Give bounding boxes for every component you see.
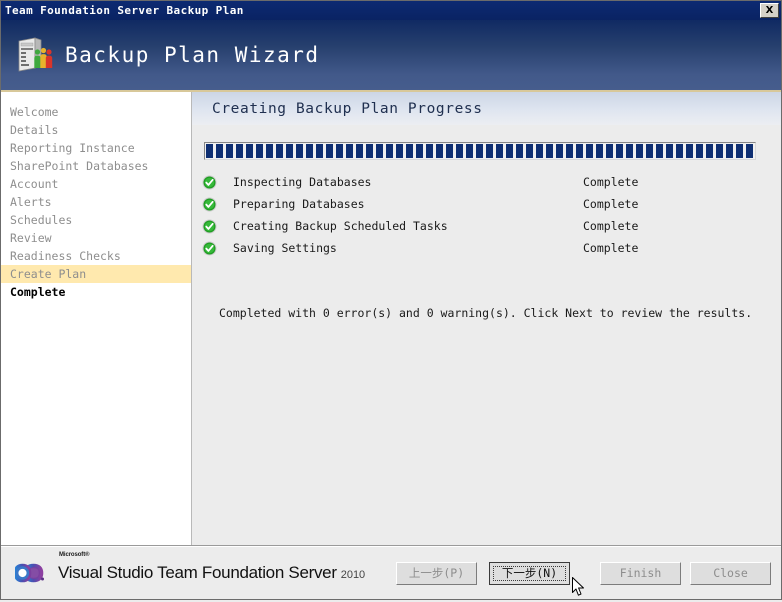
green-check-icon	[202, 241, 217, 256]
server-people-icon	[15, 37, 53, 73]
wizard-body: Welcome Details Reporting Instance Share…	[1, 92, 781, 546]
task-row: Saving Settings Complete	[192, 237, 781, 259]
next-button-label: 下一步(N)	[493, 565, 566, 581]
task-status: Complete	[583, 241, 639, 255]
task-row: Creating Backup Scheduled Tasks Complete	[192, 215, 781, 237]
wizard-button-bar: 上一步(P) 下一步(N) Finish Close	[387, 561, 771, 585]
progress-bar-fill	[206, 144, 754, 158]
task-status: Complete	[583, 219, 639, 233]
window-title: Team Foundation Server Backup Plan	[5, 4, 244, 17]
content-header: Creating Backup Plan Progress	[192, 92, 781, 125]
task-row: Inspecting Databases Complete	[192, 171, 781, 193]
task-label: Creating Backup Scheduled Tasks	[233, 219, 448, 233]
wizard-step-sidebar: Welcome Details Reporting Instance Share…	[1, 92, 192, 545]
next-button[interactable]: 下一步(N)	[489, 561, 570, 585]
task-list: Inspecting Databases Complete Preparing …	[192, 171, 781, 259]
product-branding: Microsoft® Visual Studio Team Foundation…	[13, 552, 387, 584]
task-label: Preparing Databases	[233, 197, 365, 211]
visual-studio-infinity-logo	[13, 562, 55, 584]
sidebar-item-schedules[interactable]: Schedules	[1, 211, 191, 229]
sidebar-item-review[interactable]: Review	[1, 229, 191, 247]
close-button[interactable]: Close	[690, 561, 771, 585]
sidebar-item-complete[interactable]: Complete	[1, 283, 191, 301]
sidebar-item-details[interactable]: Details	[1, 121, 191, 139]
summary-message: Completed with 0 error(s) and 0 warning(…	[219, 306, 753, 320]
sidebar-item-create-plan[interactable]: Create Plan	[1, 265, 191, 283]
page-title: Creating Backup Plan Progress	[212, 100, 483, 117]
brand-text: Microsoft® Visual Studio Team Foundation…	[58, 552, 366, 583]
wizard-footer: Microsoft® Visual Studio Team Foundation…	[1, 546, 781, 599]
wizard-content: Creating Backup Plan Progress Inspecting…	[192, 92, 781, 545]
sidebar-item-sharepoint-databases[interactable]: SharePoint Databases	[1, 157, 191, 175]
product-name: Visual Studio Team Foundation Server	[58, 563, 337, 582]
green-check-icon	[202, 175, 217, 190]
sidebar-item-reporting-instance[interactable]: Reporting Instance	[1, 139, 191, 157]
product-year: 2010	[340, 569, 366, 581]
sidebar-item-readiness-checks[interactable]: Readiness Checks	[1, 247, 191, 265]
sidebar-item-account[interactable]: Account	[1, 175, 191, 193]
sidebar-item-welcome[interactable]: Welcome	[1, 103, 191, 121]
task-status: Complete	[583, 175, 639, 189]
green-check-icon	[202, 219, 217, 234]
wizard-banner: Backup Plan Wizard	[1, 20, 781, 92]
back-button[interactable]: 上一步(P)	[396, 561, 477, 585]
task-label: Saving Settings	[233, 241, 337, 255]
task-status: Complete	[583, 197, 639, 211]
banner-title: Backup Plan Wizard	[65, 43, 320, 67]
microsoft-trademark: Microsoft®	[59, 552, 90, 558]
wizard-window: Team Foundation Server Backup Plan X Bac…	[0, 0, 782, 600]
close-icon[interactable]: X	[760, 3, 779, 18]
sidebar-item-alerts[interactable]: Alerts	[1, 193, 191, 211]
task-row: Preparing Databases Complete	[192, 193, 781, 215]
progress-bar	[204, 142, 756, 160]
task-label: Inspecting Databases	[233, 175, 372, 189]
green-check-icon	[202, 197, 217, 212]
finish-button[interactable]: Finish	[600, 561, 681, 585]
title-bar: Team Foundation Server Backup Plan X	[1, 1, 781, 20]
